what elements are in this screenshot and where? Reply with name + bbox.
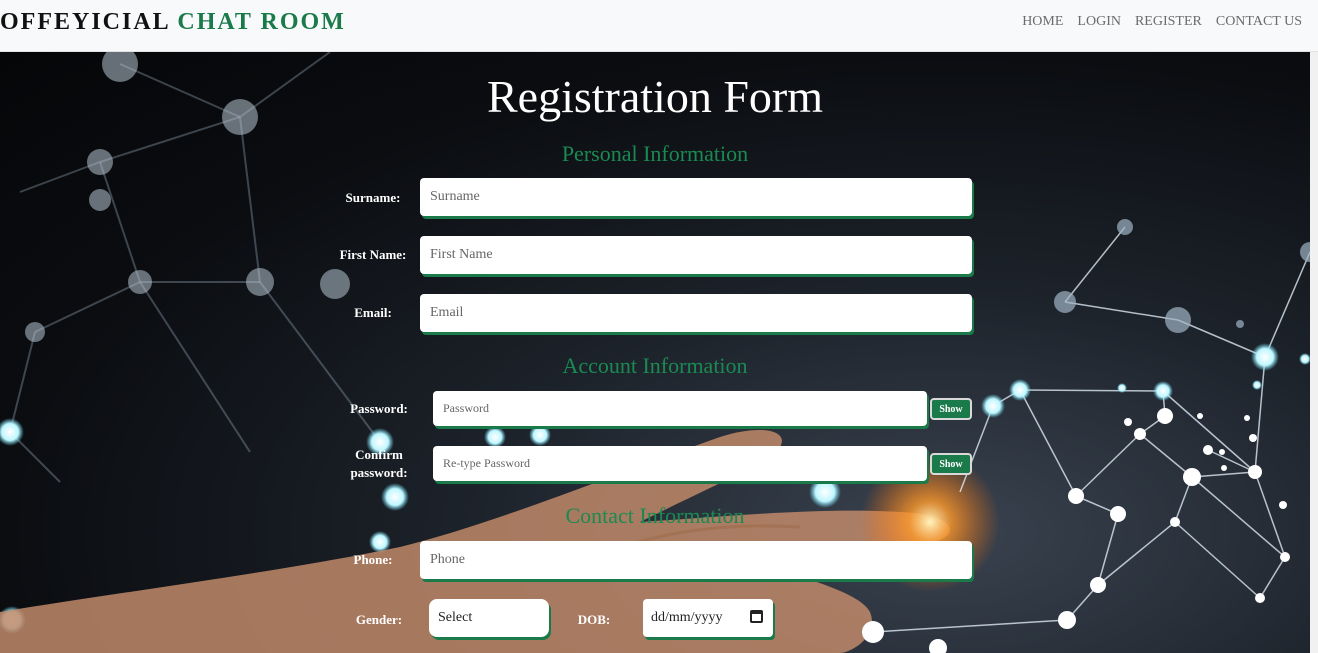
calendar-icon[interactable]: [750, 610, 763, 623]
confirm-label-line1: Confirm: [355, 447, 403, 462]
confirm-label-line2: password:: [350, 465, 408, 480]
confirm-password-input[interactable]: Re-type Password: [433, 446, 927, 481]
dob-value: dd/mm/yyyy: [651, 610, 723, 625]
phone-input[interactable]: Phone: [420, 541, 972, 579]
gender-select[interactable]: Select: [429, 599, 549, 637]
section-account-info: Account Information: [562, 353, 748, 378]
surname-input[interactable]: Surname: [420, 178, 972, 216]
navbar: OFFEYICIAL CHAT ROOM HOME LOGIN REGISTER…: [0, 0, 1318, 52]
page-scrollbar[interactable]: [1310, 52, 1318, 653]
brand-primary: OFFEYICIAL: [0, 9, 170, 35]
nav-link-login[interactable]: LOGIN: [1077, 14, 1121, 30]
nav-link-home[interactable]: HOME: [1022, 14, 1063, 30]
section-personal-info: Personal Information: [561, 141, 749, 166]
surname-label: Surname:: [345, 190, 401, 205]
brand-accent: CHAT ROOM: [177, 9, 346, 35]
nav-link-register[interactable]: REGISTER: [1135, 14, 1202, 30]
gender-label: Gender:: [355, 612, 403, 627]
show-confirm-password-button[interactable]: Show: [930, 453, 972, 475]
show-password-button[interactable]: Show: [930, 398, 972, 420]
confirm-password-label: Confirm password:: [344, 446, 414, 482]
first-name-input[interactable]: First Name: [420, 236, 972, 274]
email-label: Email:: [354, 305, 392, 320]
nav-links: HOME LOGIN REGISTER CONTACT US: [1022, 14, 1302, 30]
first-name-label: First Name:: [339, 247, 407, 262]
form-title: Registration Form: [486, 71, 824, 122]
brand-logo[interactable]: OFFEYICIAL CHAT ROOM: [0, 9, 346, 36]
nav-link-contact-us[interactable]: CONTACT US: [1216, 14, 1302, 30]
email-input[interactable]: Email: [420, 294, 972, 332]
password-input[interactable]: Password: [433, 391, 927, 426]
dob-label: DOB:: [577, 612, 611, 627]
phone-label: Phone:: [353, 552, 393, 567]
dob-input[interactable]: dd/mm/yyyy: [643, 599, 773, 637]
section-contact-info: Contact Information: [565, 503, 745, 528]
password-label: Password:: [350, 401, 408, 416]
